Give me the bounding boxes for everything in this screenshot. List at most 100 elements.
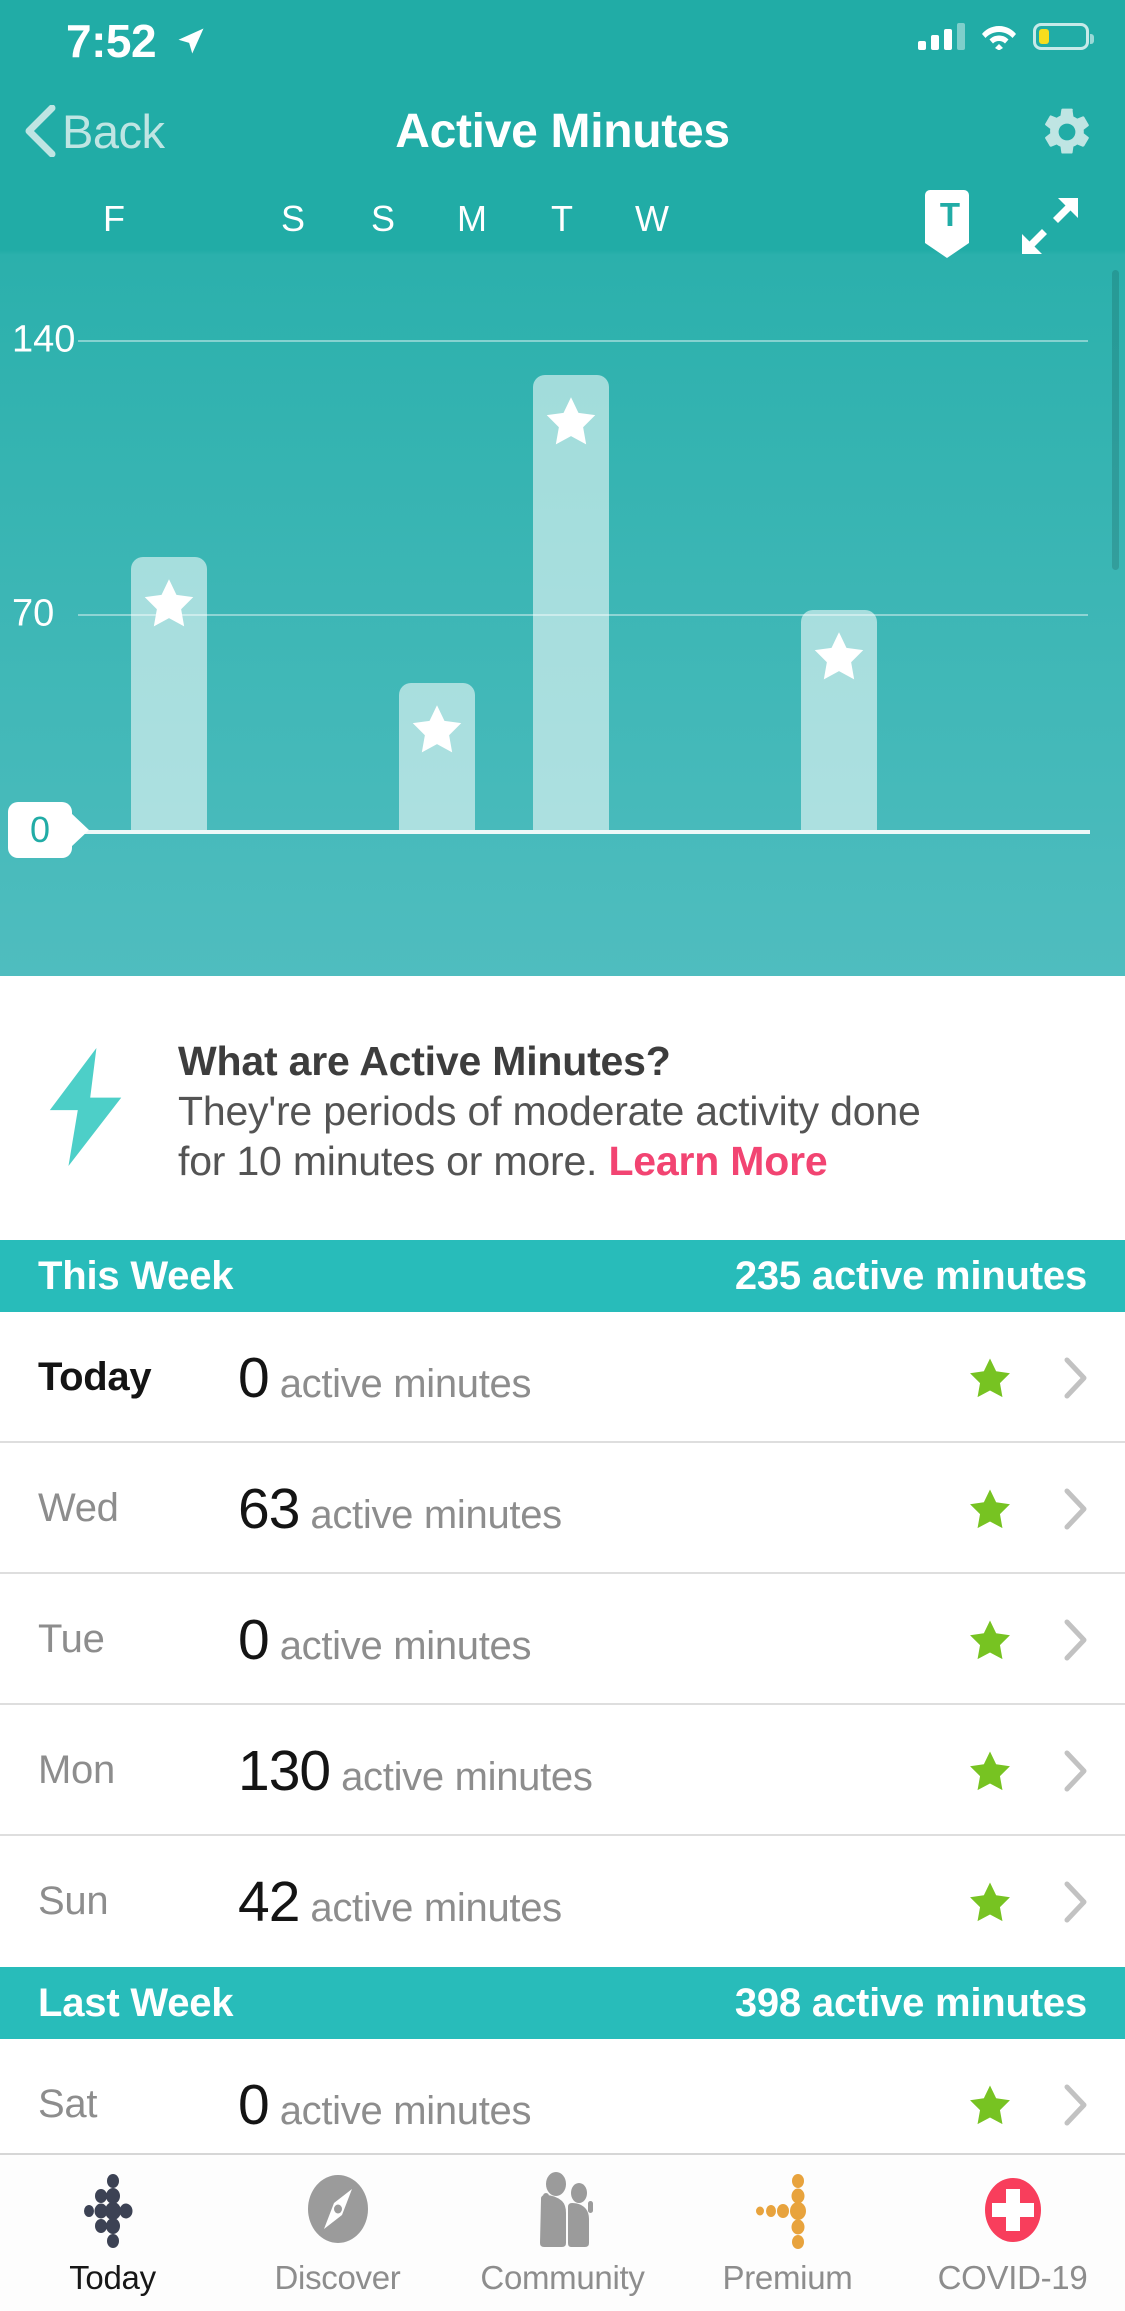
y-axis-tick-70: 70: [12, 593, 54, 636]
chart-day-labels-spacing: [66, 198, 956, 248]
row-minutes-value: 0: [238, 2072, 269, 2138]
row-minutes-unit: active minutes: [310, 1493, 561, 1538]
section-header-last-week: Last Week 398 active minutes: [0, 1967, 1125, 2039]
tab-community[interactable]: Community: [450, 2155, 675, 2311]
status-indicators: [918, 22, 1089, 50]
row-minutes-value: 130: [238, 1738, 330, 1804]
row-day-label: Wed: [38, 1486, 119, 1531]
info-body-line2: for 10 minutes or more.: [178, 1138, 597, 1184]
expand-arrows-icon[interactable]: [1020, 196, 1080, 256]
day-row[interactable]: Wed 63 active minutes: [0, 1443, 1125, 1574]
info-card: What are Active Minutes? They're periods…: [0, 976, 1125, 1240]
chart-plot-area: 140 70 0: [0, 274, 1125, 954]
star-icon: [811, 628, 867, 684]
star-icon: [967, 1879, 1013, 1925]
star-icon: [967, 1748, 1013, 1794]
chevron-right-icon[interactable]: [1063, 1488, 1089, 1530]
row-minutes-value: 42: [238, 1869, 299, 1935]
row-value: 0 active minutes: [238, 1607, 531, 1673]
section-title: Last Week: [38, 1981, 233, 2026]
chevron-right-icon[interactable]: [1063, 1357, 1089, 1399]
tab-label: Community: [480, 2259, 644, 2297]
chart-bar[interactable]: [801, 610, 877, 830]
info-body-line1: They're periods of moderate activity don…: [178, 1088, 921, 1134]
chart-scrollbar[interactable]: [1112, 270, 1119, 570]
row-day-label: Sat: [38, 2082, 97, 2127]
lightning-bolt-icon: [36, 1048, 132, 1166]
tab-label: Today: [69, 2259, 156, 2297]
info-text: What are Active Minutes? They're periods…: [178, 1036, 1058, 1186]
day-row[interactable]: Sat 0 active minutes: [0, 2039, 1125, 2170]
compass-icon: [296, 2169, 380, 2253]
gridline-baseline: [58, 830, 1090, 834]
wifi-icon: [981, 22, 1017, 50]
page-title: Active Minutes: [0, 88, 1125, 174]
info-title: What are Active Minutes?: [178, 1036, 1058, 1086]
tab-today[interactable]: Today: [0, 2155, 225, 2311]
learn-more-link[interactable]: Learn More: [608, 1138, 827, 1184]
star-icon: [543, 393, 599, 449]
y-axis-zero-pill: 0: [8, 802, 72, 858]
star-icon: [967, 2082, 1013, 2128]
tab-premium[interactable]: Premium: [675, 2155, 900, 2311]
tab-label: Discover: [275, 2259, 401, 2297]
star-icon: [141, 575, 197, 631]
chevron-right-icon[interactable]: [1063, 1881, 1089, 1923]
row-day-label: Tue: [38, 1617, 105, 1662]
tab-discover[interactable]: Discover: [225, 2155, 450, 2311]
medical-cross-icon: [971, 2169, 1055, 2253]
section-total: 235 active minutes: [735, 1254, 1087, 1299]
chart-panel: 7:52: [0, 0, 1125, 976]
gear-icon[interactable]: [1039, 104, 1095, 160]
day-row[interactable]: Mon 130 active minutes: [0, 1705, 1125, 1836]
section-header-this-week: This Week 235 active minutes: [0, 1240, 1125, 1312]
navigation-bar: Back Active Minutes: [0, 88, 1125, 174]
row-minutes-unit: active minutes: [280, 1362, 531, 1407]
today-dots-icon: [71, 2169, 155, 2253]
star-icon: [967, 1355, 1013, 1401]
star-icon: [409, 701, 465, 757]
location-arrow-icon: [176, 26, 206, 56]
star-icon: [967, 1617, 1013, 1663]
today-badge-letter: T: [923, 196, 977, 234]
row-minutes-value: 0: [238, 1607, 269, 1673]
row-value: 42 active minutes: [238, 1869, 562, 1935]
people-icon: [521, 2169, 605, 2253]
day-row-today[interactable]: Today 0 active minutes: [0, 1312, 1125, 1443]
chart-bar[interactable]: [131, 557, 207, 830]
row-minutes-unit: active minutes: [280, 2089, 531, 2134]
chart-bar[interactable]: [399, 683, 475, 830]
row-minutes-value: 0: [238, 1345, 269, 1411]
row-minutes-unit: active minutes: [341, 1755, 592, 1800]
status-bar: 7:52: [0, 0, 1125, 88]
chevron-right-icon[interactable]: [1063, 2084, 1089, 2126]
section-title: This Week: [38, 1254, 233, 1299]
tab-label: Premium: [723, 2259, 853, 2297]
status-time: 7:52: [66, 14, 156, 68]
row-day-label: Sun: [38, 1879, 108, 1924]
day-row[interactable]: Sun 42 active minutes: [0, 1836, 1125, 1967]
row-value: 0 active minutes: [238, 2072, 531, 2138]
weekly-bar-chart[interactable]: F S S M T W T: [0, 174, 1125, 976]
bottom-tab-bar: Today Discover Community: [0, 2153, 1125, 2311]
tab-label: COVID-19: [938, 2259, 1088, 2297]
chevron-right-icon[interactable]: [1063, 1619, 1089, 1661]
zero-label: 0: [8, 802, 72, 858]
star-icon: [967, 1486, 1013, 1532]
gridline-140: [78, 340, 1088, 342]
chevron-right-icon[interactable]: [1063, 1750, 1089, 1792]
today-shield-badge[interactable]: T: [923, 190, 977, 260]
day-row[interactable]: Tue 0 active minutes: [0, 1574, 1125, 1705]
row-value: 130 active minutes: [238, 1738, 593, 1804]
row-day-label: Today: [38, 1355, 151, 1400]
tab-covid-19[interactable]: COVID-19: [900, 2155, 1125, 2311]
premium-dots-icon: [746, 2169, 830, 2253]
active-minutes-screen: 7:52: [0, 0, 1125, 2311]
row-minutes-unit: active minutes: [310, 1886, 561, 1931]
chart-bar[interactable]: [533, 375, 609, 830]
row-value: 63 active minutes: [238, 1476, 562, 1542]
battery-low-icon: [1033, 23, 1089, 50]
cellular-signal-icon: [918, 22, 965, 50]
row-day-label: Mon: [38, 1748, 115, 1793]
row-value: 0 active minutes: [238, 1345, 531, 1411]
